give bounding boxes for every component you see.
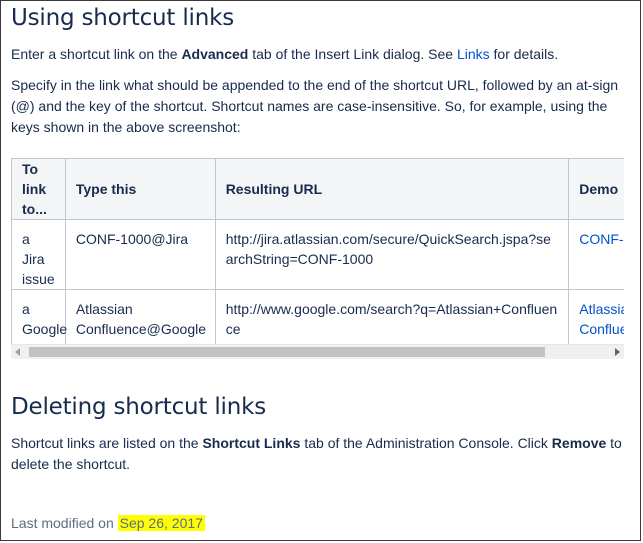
- cell-to-link: a Google search: [11, 289, 67, 344]
- header-resulting-url: Resulting URL: [214, 158, 570, 220]
- cell-type-this: Atlassian Confluence@Google: [64, 289, 216, 344]
- header-type-this: Type this: [64, 158, 216, 220]
- last-modified-prefix: Last modified on: [11, 515, 118, 531]
- cell-to-link: a Jira issue: [11, 219, 66, 290]
- header-to-link: To link to...: [11, 158, 66, 220]
- deleting-paragraph: Shortcut links are listed on the Shortcu…: [11, 433, 631, 475]
- intro-text-1: Enter a shortcut link on the: [11, 46, 182, 62]
- cell-demo: Atlassian Confluence: [568, 289, 624, 344]
- table-row: a Google search Atlassian Confluence@Goo…: [11, 289, 624, 344]
- intro-text-3: for details.: [489, 46, 559, 62]
- table-header-row: To link to... Type this Resulting URL De…: [11, 158, 624, 220]
- heading-using-shortcut-links: Using shortcut links: [11, 5, 235, 31]
- cell-url: http://jira.atlassian.com/secure/QuickSe…: [214, 219, 570, 290]
- heading-deleting-shortcut-links: Deleting shortcut links: [11, 394, 267, 420]
- specify-paragraph: Specify in the link what should be appen…: [11, 77, 619, 135]
- scrollbar-thumb[interactable]: [29, 347, 545, 357]
- header-to-link-label: To link to...: [22, 161, 47, 217]
- intro-paragraph: Enter a shortcut link on the Advanced ta…: [11, 44, 631, 65]
- intro-text-2: tab of the Insert Link dialog. See: [248, 46, 457, 62]
- advanced-bold: Advanced: [181, 46, 249, 62]
- links-link[interactable]: Links: [457, 46, 490, 62]
- scroll-right-arrow-icon[interactable]: [615, 348, 620, 356]
- header-demo-label: Demo: [579, 181, 619, 197]
- remove-bold: Remove: [551, 435, 607, 451]
- scroll-left-arrow-icon[interactable]: [15, 348, 20, 356]
- shortcut-table-container: To link to... Type this Resulting URL De…: [11, 158, 624, 344]
- header-resulting-url-label: Resulting URL: [225, 181, 323, 197]
- table-row: a Jira issue CONF-1000@Jira http://jira.…: [11, 219, 624, 290]
- shortcut-links-bold: Shortcut Links: [202, 435, 301, 451]
- cell-url: http://www.google.com/search?q=Atlassian…: [214, 289, 570, 344]
- cell-demo: CONF-1000: [568, 219, 624, 290]
- demo-link-jira[interactable]: CONF-1000: [579, 231, 624, 247]
- shortcut-table: To link to... Type this Resulting URL De…: [11, 158, 624, 344]
- page-frame: Using shortcut links Enter a shortcut li…: [0, 0, 641, 541]
- cell-type-this: CONF-1000@Jira: [64, 219, 216, 290]
- last-modified-date: Sep 26, 2017: [117, 515, 205, 531]
- last-modified: Last modified on Sep 26, 2017: [11, 513, 205, 534]
- delete-text-2: tab of the Administration Console. Click: [300, 435, 552, 451]
- header-type-this-label: Type this: [75, 181, 137, 197]
- demo-link-google[interactable]: Atlassian Confluence: [579, 301, 624, 337]
- table-horizontal-scrollbar[interactable]: [11, 344, 624, 359]
- delete-text-1: Shortcut links are listed on the: [11, 435, 203, 451]
- header-demo: Demo: [568, 158, 624, 220]
